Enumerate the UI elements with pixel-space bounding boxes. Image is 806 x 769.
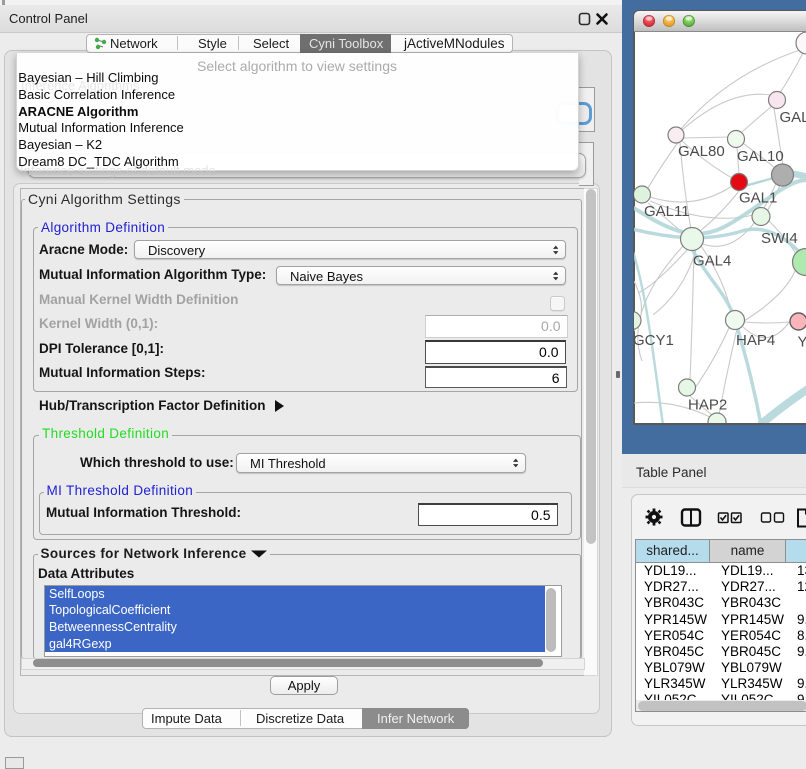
svg-text:GAL80: GAL80 <box>678 143 725 160</box>
svg-text:GAL7: GAL7 <box>780 109 806 126</box>
svg-text:GAL1: GAL1 <box>739 190 777 207</box>
svg-text:GAL11: GAL11 <box>644 203 690 220</box>
svg-text:GAL10: GAL10 <box>737 148 784 165</box>
svg-text:HAP2: HAP2 <box>688 397 727 414</box>
svg-text:GAL4: GAL4 <box>693 253 731 270</box>
svg-text:SWI4: SWI4 <box>761 230 798 247</box>
svg-text:HAP4: HAP4 <box>736 332 775 349</box>
svg-text:Y: Y <box>798 334 806 351</box>
svg-text:GCY1: GCY1 <box>634 332 674 349</box>
